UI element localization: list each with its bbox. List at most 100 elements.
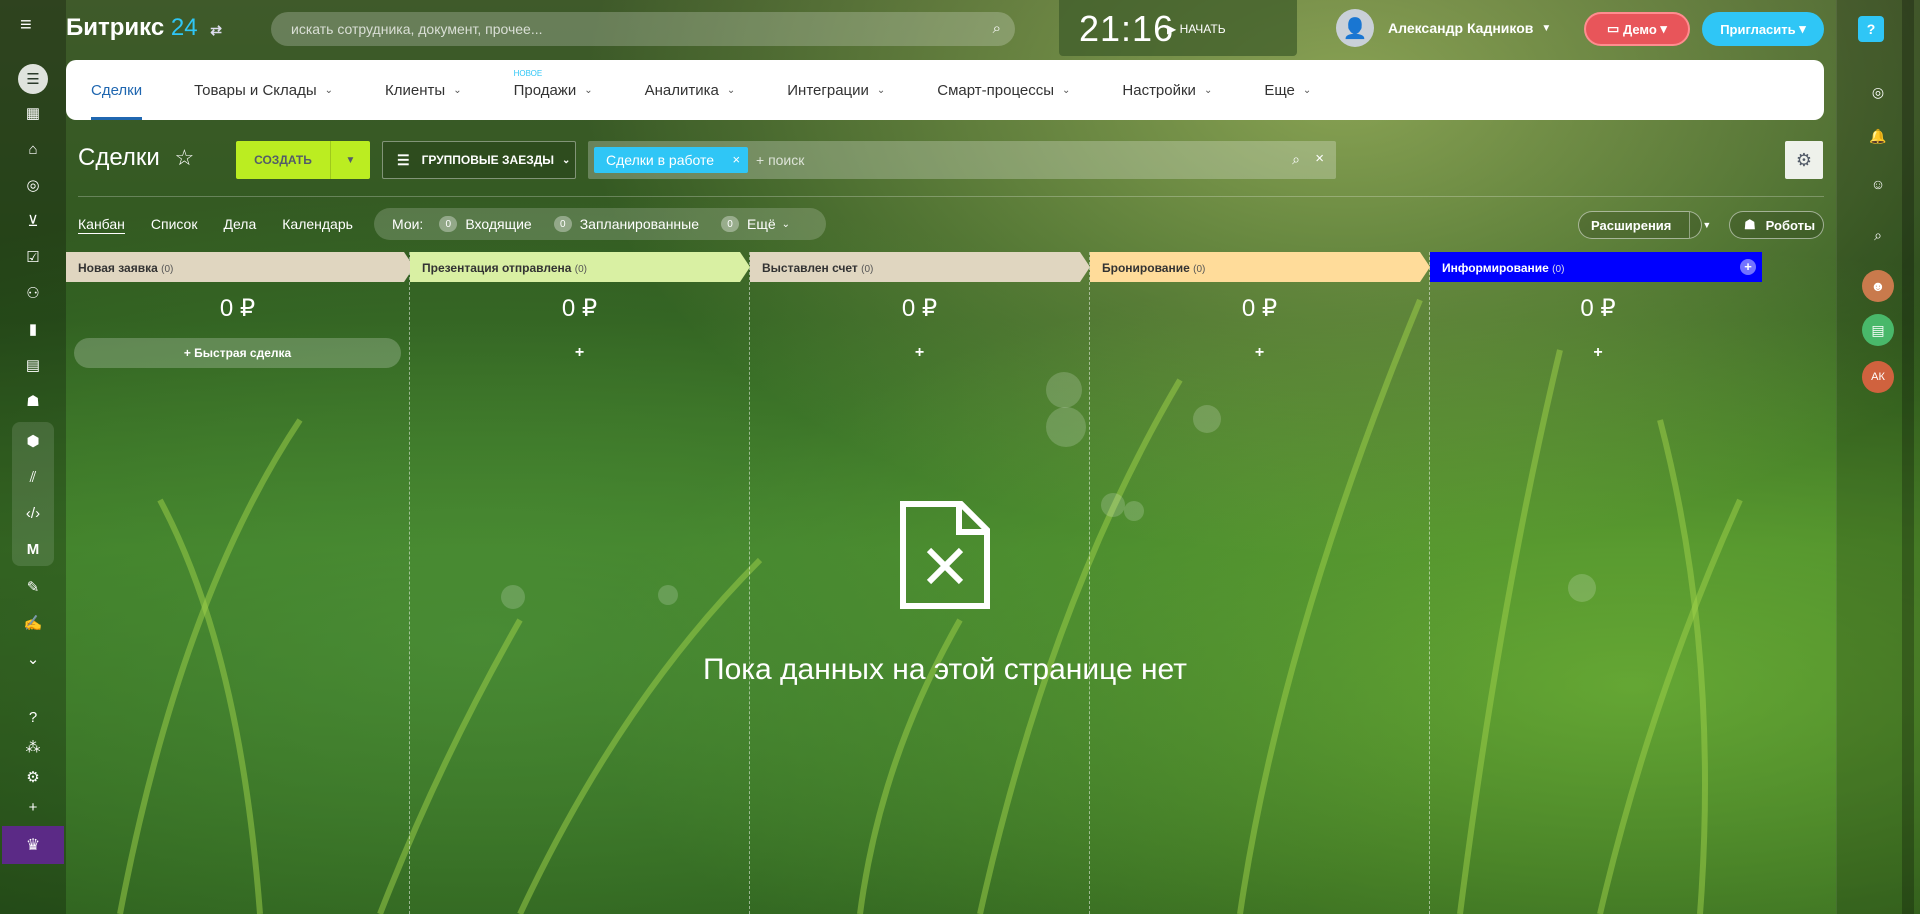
- cart-nav-icon[interactable]: ⊻: [18, 206, 48, 236]
- people-nav-icon[interactable]: ⚇: [18, 278, 48, 308]
- help-button[interactable]: ?: [1858, 16, 1884, 42]
- demo-label: Демо: [1622, 21, 1657, 37]
- counter-planned[interactable]: 0 Запланированные: [553, 216, 699, 232]
- box-nav-icon[interactable]: ⬢: [18, 426, 48, 456]
- nav-deals[interactable]: Сделки: [91, 60, 143, 120]
- add-column-icon[interactable]: +: [1740, 259, 1756, 275]
- view-activities[interactable]: Дела: [223, 216, 256, 234]
- column-header[interactable]: Бронирование (0): [1090, 252, 1430, 282]
- extensions-button[interactable]: Расширения ▼: [1578, 211, 1711, 239]
- nav-products[interactable]: Товары и Склады ⌄: [194, 60, 333, 120]
- hierarchy-nav-icon[interactable]: ⁂: [18, 732, 48, 762]
- filter-nav-icon[interactable]: ☰: [18, 64, 48, 94]
- empty-state-text: Пока данных на этой странице нет: [703, 653, 1187, 686]
- chevron-down-icon: ⌄: [1203, 84, 1213, 96]
- column-title: Новая заявка: [78, 261, 158, 275]
- robots-button[interactable]: ☗ Роботы: [1729, 211, 1824, 239]
- nav-settings[interactable]: Настройки ⌄: [1122, 60, 1212, 120]
- copilot-icon[interactable]: ◎: [1862, 76, 1894, 108]
- start-workday-button[interactable]: ▶ НАЧАТЬ: [1167, 22, 1226, 36]
- column-header[interactable]: Новая заявка (0): [66, 252, 414, 282]
- task-nav-icon[interactable]: ☑: [18, 242, 48, 272]
- column-title: Презентация отправлена: [422, 261, 572, 275]
- filter-placeholder: + поиск: [756, 152, 805, 168]
- chevron-down-icon: ⌄: [562, 154, 571, 166]
- nav-more[interactable]: Еще ⌄: [1264, 60, 1311, 120]
- column-header[interactable]: Выставлен счет (0): [750, 252, 1090, 282]
- sign-nav-icon[interactable]: ✍: [18, 608, 48, 638]
- chevron-down-icon: ⌄: [584, 84, 593, 96]
- search-icon[interactable]: ⌕: [1862, 219, 1894, 251]
- stripes-nav-icon[interactable]: ⫽: [18, 462, 48, 492]
- add-deal-button[interactable]: +: [1438, 338, 1758, 368]
- create-label: СОЗДАТЬ: [254, 153, 312, 167]
- create-button[interactable]: СОЗДАТЬ ▼: [236, 141, 370, 179]
- start-label: НАЧАТЬ: [1179, 22, 1226, 36]
- invite-button[interactable]: Пригласить ▾: [1702, 12, 1824, 46]
- chat-icon[interactable]: ☺: [1862, 168, 1894, 200]
- filter-preset-tag[interactable]: Сделки в работе ×: [594, 147, 749, 173]
- gear-icon[interactable]: ⚙: [1785, 141, 1823, 179]
- code-nav-icon[interactable]: ‹/›: [18, 498, 48, 528]
- chevron-down-icon: ⌄: [876, 84, 886, 96]
- pipeline-select-button[interactable]: ☰ ГРУППОВЫЕ ЗАЕЗДЫ ⌄: [382, 141, 576, 179]
- divider: [78, 196, 1824, 197]
- add-deal-button[interactable]: +: [418, 338, 741, 368]
- nav-analytics[interactable]: Аналитика ⌄: [645, 60, 736, 120]
- user-menu[interactable]: 👤 Александр Кадников ▼: [1336, 8, 1551, 48]
- m-nav-icon[interactable]: M: [18, 534, 48, 564]
- column-count: (0): [1193, 264, 1206, 275]
- counter-incoming[interactable]: 0 Входящие: [439, 216, 532, 232]
- counter-more[interactable]: 0 Ещё ⌄: [721, 216, 790, 232]
- doc-edit-nav-icon[interactable]: ✎: [18, 572, 48, 602]
- chevron-down-icon[interactable]: ▼: [1689, 212, 1711, 238]
- menu-icon[interactable]: ≡: [20, 15, 42, 36]
- page-title-text: Сделки: [78, 144, 160, 171]
- crown-icon[interactable]: ♛: [2, 826, 64, 864]
- robot-nav-icon[interactable]: ☗: [18, 386, 48, 416]
- column-header[interactable]: Презентация отправлена (0): [410, 252, 750, 282]
- bell-icon[interactable]: 🔔: [1862, 120, 1894, 152]
- view-list[interactable]: Список: [151, 216, 198, 234]
- star-icon[interactable]: ☆: [174, 145, 194, 170]
- logo-name: Битрикс: [66, 14, 165, 41]
- gear-nav-icon[interactable]: ⚙: [18, 762, 48, 792]
- help-nav-icon[interactable]: ?: [18, 702, 48, 732]
- chevron-down-nav-icon[interactable]: ⌄: [18, 644, 48, 674]
- search-icon[interactable]: ⌕: [1292, 151, 1300, 168]
- global-search-input[interactable]: искать сотрудника, документ, прочее... ⌕: [271, 12, 1015, 46]
- view-calendar[interactable]: Календарь: [282, 216, 353, 234]
- contact-avatar-1[interactable]: ☻: [1862, 270, 1894, 302]
- plus-nav-icon[interactable]: +: [18, 792, 48, 822]
- target-nav-icon[interactable]: ◎: [18, 170, 48, 200]
- quick-deal-button[interactable]: + Быстрая сделка: [74, 338, 401, 368]
- chart-nav-icon[interactable]: ▮: [18, 314, 48, 344]
- clear-icon[interactable]: ×: [1315, 150, 1324, 167]
- nav-smart-processes[interactable]: Смарт-процессы ⌄: [937, 60, 1070, 120]
- view-kanban[interactable]: Канбан: [78, 216, 125, 234]
- column-sum: 0 ₽: [561, 295, 598, 322]
- nav-sales[interactable]: новое Продажи ⌄: [514, 60, 593, 120]
- switch-icon[interactable]: ⇄: [210, 22, 222, 38]
- nav-clients[interactable]: Клиенты ⌄: [385, 60, 462, 120]
- chevron-down-icon: ▼: [1541, 22, 1552, 34]
- add-deal-button[interactable]: +: [758, 338, 1081, 368]
- bank-nav-icon[interactable]: ⌂: [18, 134, 48, 164]
- close-icon[interactable]: ×: [732, 152, 740, 167]
- chevron-down-icon[interactable]: ▼: [330, 141, 370, 179]
- nav-integrations[interactable]: Интеграции ⌄: [787, 60, 885, 120]
- column-sum: 0 ₽: [901, 295, 938, 322]
- column-header[interactable]: Информирование (0) +: [1430, 252, 1762, 282]
- filter-search-input[interactable]: Сделки в работе × + поиск ⌕ ×: [588, 141, 1336, 179]
- worktime-widget[interactable]: 21:16 ▶ НАЧАТЬ: [1059, 0, 1297, 56]
- contact-avatar-initials[interactable]: АК: [1862, 361, 1894, 393]
- logo[interactable]: Битрикс 24 ⇄: [66, 14, 222, 42]
- search-icon[interactable]: ⌕: [993, 20, 1001, 37]
- chevron-down-icon: ⌄: [726, 84, 736, 96]
- demo-button[interactable]: ▭ Демо ▾: [1584, 12, 1690, 46]
- contact-avatar-2[interactable]: ▤: [1862, 314, 1894, 346]
- add-deal-button[interactable]: +: [1098, 338, 1421, 368]
- scrollbar[interactable]: [1902, 0, 1914, 914]
- card-nav-icon[interactable]: ▤: [18, 350, 48, 380]
- calendar-nav-icon[interactable]: ▦: [18, 98, 48, 128]
